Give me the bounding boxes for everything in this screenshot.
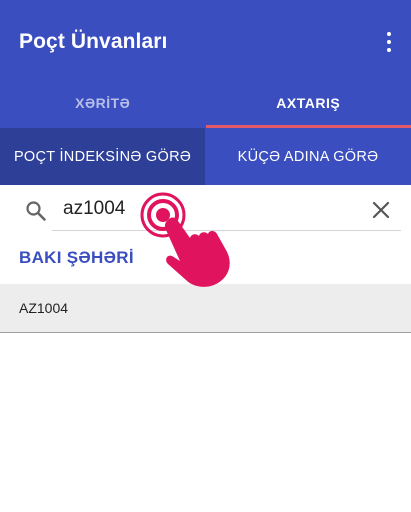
postcode-result: AZ1004 xyxy=(19,300,69,316)
app-title: Poçt Ünvanları xyxy=(19,30,168,53)
app-bar: Poçt Ünvanları xyxy=(0,0,411,83)
tab-by-street[interactable]: KÜÇƏ ADINA GÖRƏ xyxy=(205,128,411,185)
search-mode-tabs: POÇT İNDEKSİNƏ GÖRƏ KÜÇƏ ADINA GÖRƏ xyxy=(0,128,411,185)
tab-by-postcode[interactable]: POÇT İNDEKSİNƏ GÖRƏ xyxy=(0,128,205,185)
tab-search[interactable]: AXTARIŞ xyxy=(205,78,411,128)
city-section-header: BAKI ŞƏHƏRİ xyxy=(19,248,134,267)
list-item[interactable]: AZ1004 xyxy=(0,284,411,333)
search-underline xyxy=(52,230,401,231)
search-bar xyxy=(0,185,411,237)
main-tabs: XƏRİTƏ AXTARIŞ xyxy=(0,78,411,128)
tab-map[interactable]: XƏRİTƏ xyxy=(0,78,206,128)
search-input[interactable] xyxy=(63,195,263,223)
search-icon xyxy=(26,201,46,221)
close-icon[interactable] xyxy=(371,200,391,220)
more-vert-icon[interactable] xyxy=(381,30,397,54)
